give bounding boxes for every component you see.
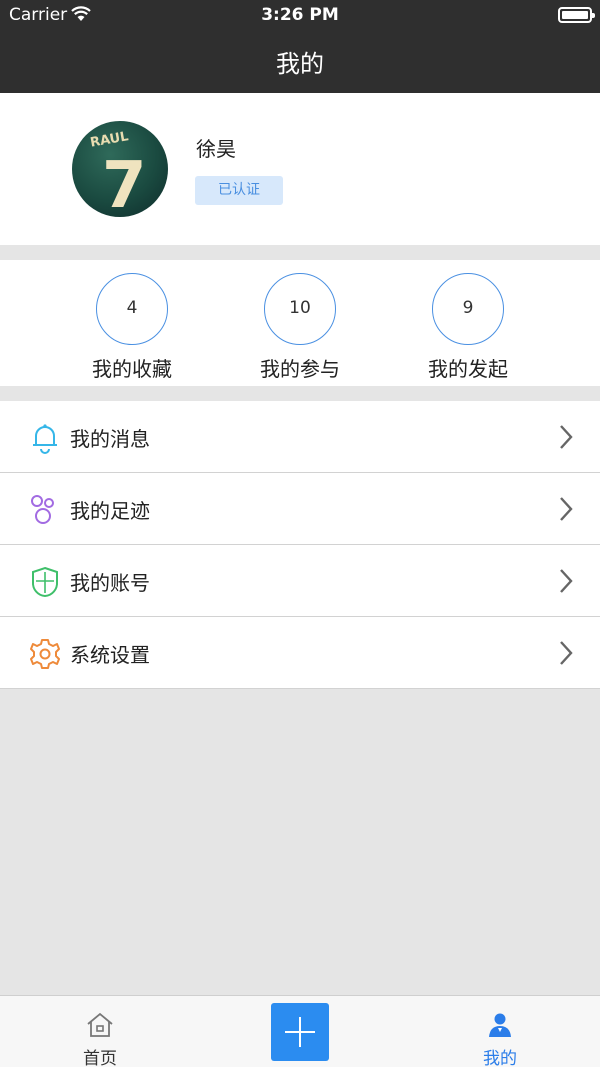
- menu-item-label: 系统设置: [70, 643, 150, 667]
- page-title: 我的: [276, 50, 324, 78]
- avatar[interactable]: RAUL 7: [72, 121, 168, 217]
- chevron-right-icon: [560, 425, 573, 449]
- stat-label: 我的收藏: [92, 357, 172, 381]
- tab-home[interactable]: 首页: [40, 996, 160, 1067]
- menu-item-account[interactable]: 我的账号: [0, 545, 600, 617]
- tab-bar: 首页 我的: [0, 995, 600, 1067]
- stat-participated[interactable]: 10 我的参与: [230, 273, 370, 382]
- status-bar: Carrier 3:26 PM: [0, 0, 600, 30]
- stat-label: 我的发起: [428, 357, 508, 381]
- home-icon: [87, 1012, 113, 1037]
- footprint-icon: [31, 495, 54, 524]
- shield-icon: [31, 566, 59, 598]
- bell-icon: [33, 424, 57, 454]
- avatar-image: RAUL 7: [89, 129, 147, 217]
- stat-initiated[interactable]: 9 我的发起: [398, 273, 538, 382]
- stat-count: 10: [264, 273, 336, 345]
- profile-card[interactable]: RAUL 7 徐昊 已认证: [0, 93, 600, 245]
- user-name: 徐昊: [196, 137, 236, 161]
- chevron-right-icon: [560, 497, 573, 521]
- menu-item-messages[interactable]: 我的消息: [0, 401, 600, 473]
- settings-menu: 我的消息 我的足迹 我的账号 系统设置: [0, 401, 600, 689]
- stats-panel: 4 我的收藏 10 我的参与 9 我的发起: [0, 260, 600, 386]
- user-icon: [489, 1013, 511, 1037]
- chevron-right-icon: [560, 641, 573, 665]
- tab-label: 我的: [483, 1049, 517, 1067]
- menu-item-footprints[interactable]: 我的足迹: [0, 473, 600, 545]
- menu-item-label: 我的消息: [70, 427, 150, 451]
- battery-icon: [558, 7, 595, 23]
- chevron-right-icon: [560, 569, 573, 593]
- add-button[interactable]: [271, 1003, 329, 1061]
- menu-item-settings[interactable]: 系统设置: [0, 617, 600, 689]
- tab-label: 首页: [83, 1049, 117, 1067]
- stat-favorites[interactable]: 4 我的收藏: [62, 273, 202, 382]
- svg-text:RAUL: RAUL: [89, 129, 130, 150]
- gear-icon: [30, 639, 60, 669]
- stat-count: 4: [96, 273, 168, 345]
- menu-item-label: 我的账号: [70, 571, 150, 595]
- stat-label: 我的参与: [260, 357, 340, 381]
- top-bar: Carrier 3:26 PM 我的: [0, 0, 600, 93]
- menu-item-label: 我的足迹: [70, 499, 150, 523]
- verified-badge: 已认证: [195, 176, 283, 205]
- stat-count: 9: [432, 273, 504, 345]
- tab-mine[interactable]: 我的: [440, 996, 560, 1067]
- clock: 3:26 PM: [261, 5, 339, 25]
- svg-text:7: 7: [102, 149, 147, 217]
